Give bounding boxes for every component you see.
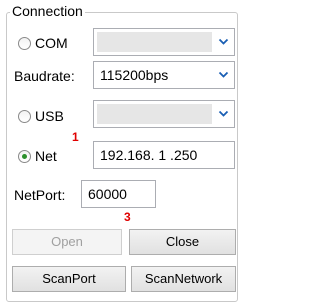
baudrate-label: Baudrate: xyxy=(14,68,75,84)
baudrate-value: 115200bps xyxy=(100,67,169,83)
scan-port-button[interactable]: ScanPort xyxy=(12,266,126,292)
chevron-down-icon[interactable] xyxy=(218,108,229,119)
com-radio-label: COM xyxy=(35,35,68,51)
com-radio-circle[interactable] xyxy=(18,36,31,50)
close-button[interactable]: Close xyxy=(129,229,236,255)
com-port-select-field xyxy=(97,32,212,52)
usb-device-select-field xyxy=(97,104,212,124)
ip-address-input[interactable]: 192.168. 1 .250 xyxy=(93,141,235,169)
connection-group-title: Connection xyxy=(10,3,85,19)
usb-device-select[interactable] xyxy=(93,100,235,128)
com-port-select[interactable] xyxy=(93,28,235,56)
netport-input[interactable]: 60000 xyxy=(81,180,156,208)
open-button[interactable]: Open xyxy=(12,229,122,255)
scan-network-button[interactable]: ScanNetwork xyxy=(131,266,236,292)
annotation-marker-3: 3 xyxy=(124,210,131,224)
net-radio-label: Net xyxy=(35,148,57,164)
chevron-down-icon[interactable] xyxy=(218,36,229,47)
chevron-down-icon[interactable] xyxy=(218,69,229,80)
com-radio[interactable]: COM xyxy=(18,33,68,53)
annotation-marker-1: 1 xyxy=(72,130,79,144)
net-radio-circle[interactable] xyxy=(18,149,31,163)
usb-radio-label: USB xyxy=(35,108,64,124)
usb-radio-circle[interactable] xyxy=(18,109,31,123)
net-radio[interactable]: Net xyxy=(18,146,57,166)
baudrate-select[interactable]: 115200bps xyxy=(93,61,235,89)
usb-radio[interactable]: USB xyxy=(18,106,64,126)
netport-label: NetPort: xyxy=(14,187,66,203)
